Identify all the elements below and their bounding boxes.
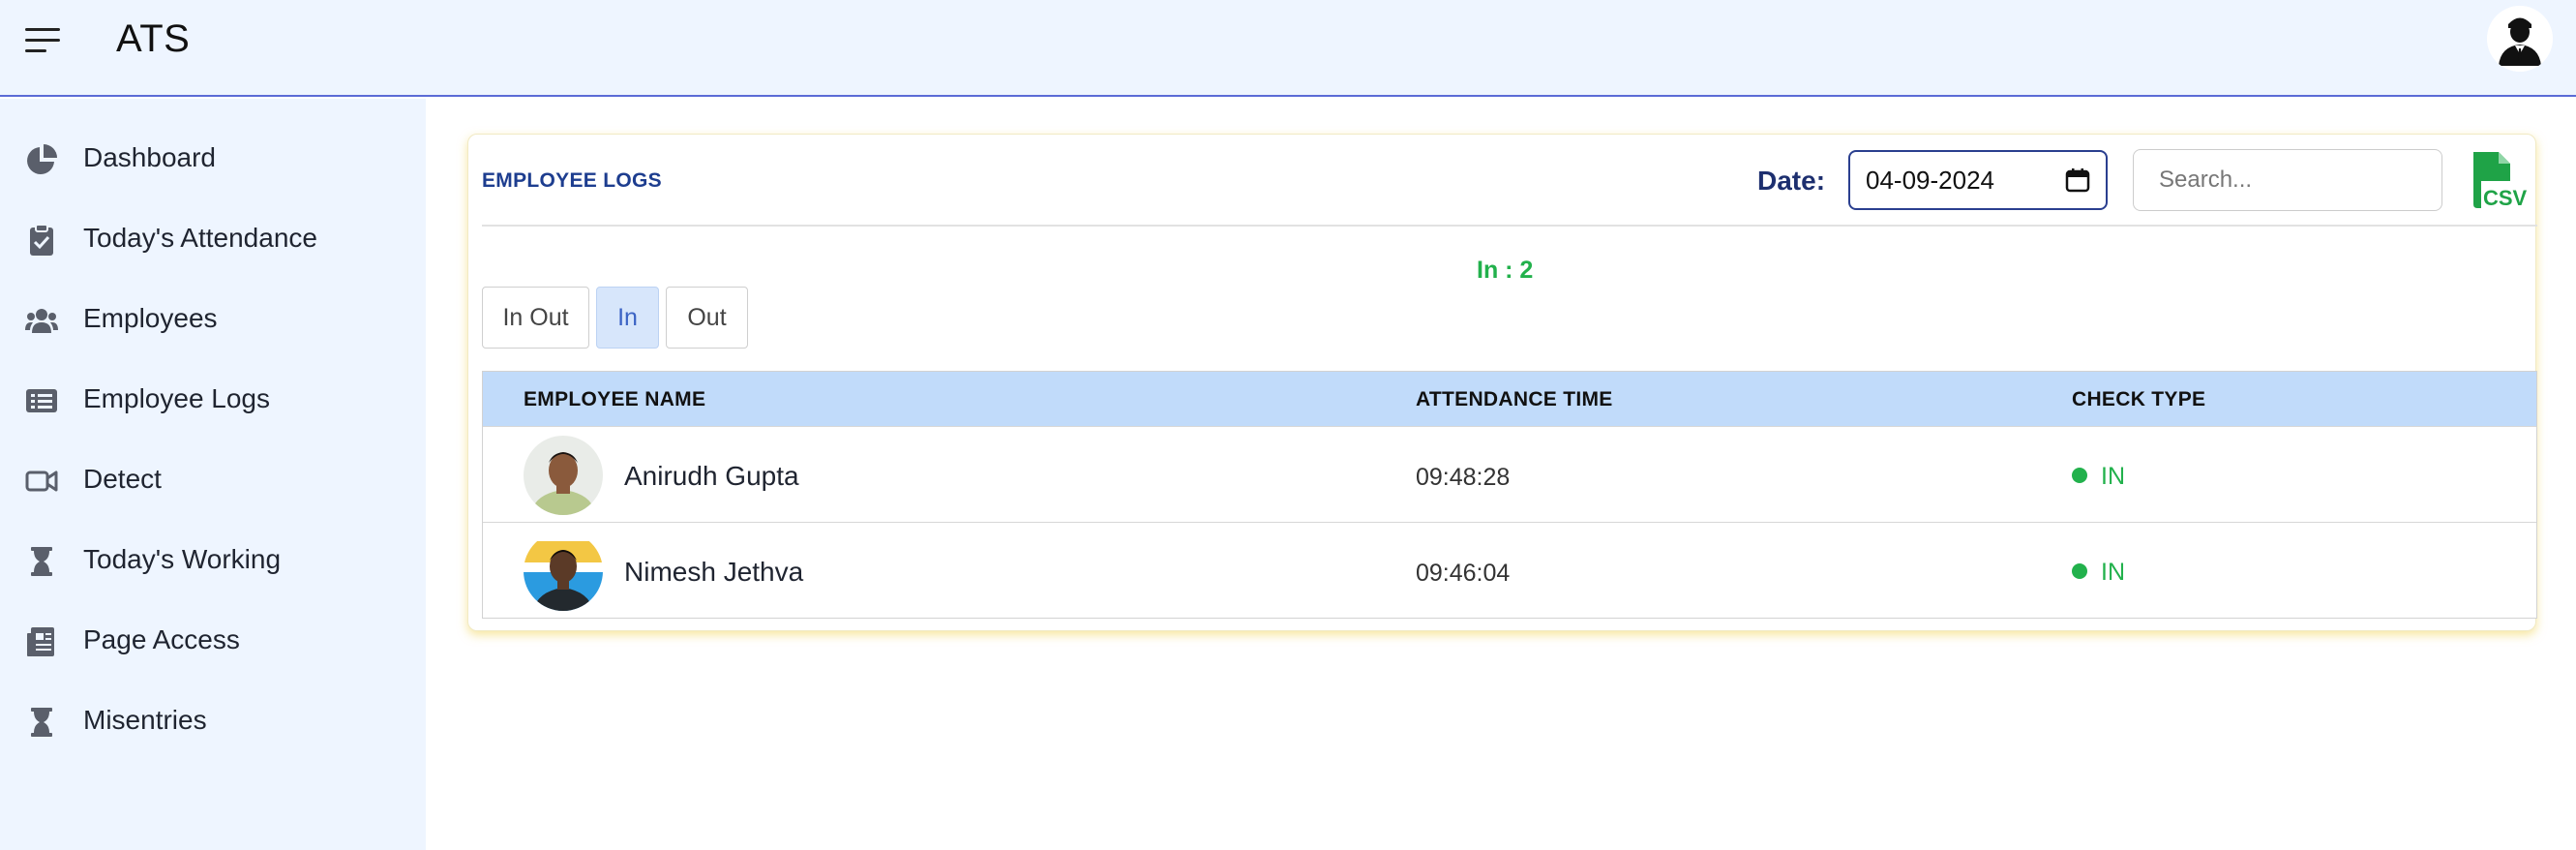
status-dot-icon [2072,468,2087,483]
sidebar-item-page-access[interactable]: Page Access [0,606,426,674]
sidebar-item-todays-attendance[interactable]: Today's Attendance [0,204,426,272]
check-type: IN [2101,559,2125,586]
date-label: Date: [1757,166,1826,196]
column-header-check-type[interactable]: CHECK TYPE [2072,388,2205,411]
employee-logs-card: EMPLOYEE LOGS Date: 04-09-2024 Search...… [467,134,2537,631]
attendance-time: 09:46:04 [1416,560,1511,587]
table-row[interactable]: Nimesh Jethva 09:46:04 IN [483,522,2536,618]
sidebar-item-label: Detect [83,464,162,494]
filter-in-out-button[interactable]: In Out [482,287,589,349]
user-avatar-icon[interactable] [2487,6,2553,72]
employee-logs-table: EMPLOYEE NAME ATTENDANCE TIME CHECK TYPE… [482,371,2537,619]
in-count: In : 2 [1477,257,1534,284]
employee-name: Anirudh Gupta [624,461,799,491]
search-input[interactable]: Search... [2133,149,2442,211]
sidebar-item-employees[interactable]: Employees [0,285,426,352]
date-input[interactable]: 04-09-2024 [1848,150,2108,210]
table-header: EMPLOYEE NAME ATTENDANCE TIME CHECK TYPE [483,372,2536,426]
employee-photo [524,436,603,515]
header-divider [482,225,2537,227]
search-placeholder: Search... [2159,167,2253,193]
employee-name: Nimesh Jethva [624,557,804,587]
hourglass-icon [31,547,52,576]
filter-out-button[interactable]: Out [666,287,748,349]
sidebar-item-detect[interactable]: Detect [0,445,426,513]
sidebar-item-label: Today's Attendance [83,223,317,253]
status-dot-icon [2072,563,2087,579]
sidebar-item-misentries[interactable]: Misentries [0,686,426,754]
app-title: ATS [116,17,191,60]
sidebar-item-label: Page Access [83,624,240,654]
calendar-icon[interactable] [2065,167,2090,193]
sidebar-item-dashboard[interactable]: Dashboard [0,124,426,192]
video-camera-icon [25,471,58,492]
list-icon [26,389,57,412]
check-type: IN [2101,463,2125,490]
sidebar-item-todays-working[interactable]: Today's Working [0,526,426,593]
sidebar-item-employee-logs[interactable]: Employee Logs [0,365,426,433]
hourglass-icon [31,708,52,737]
column-header-employee-name[interactable]: EMPLOYEE NAME [524,388,705,411]
sidebar: Dashboard Today's Attendance Employees E… [0,99,426,850]
card-title: EMPLOYEE LOGS [482,169,662,192]
filter-in-button[interactable]: In [596,287,659,349]
employee-photo [524,531,603,611]
column-header-attendance-time[interactable]: ATTENDANCE TIME [1416,388,1613,411]
sidebar-item-label: Today's Working [83,544,282,574]
sidebar-item-label: Employees [83,303,218,333]
csv-label: CSV [2483,186,2528,210]
pie-chart-icon [27,144,57,174]
date-value: 04-09-2024 [1866,165,1994,195]
sidebar-item-label: Misentries [83,705,207,735]
clipboard-check-icon [30,224,53,256]
csv-download-icon[interactable]: CSV [2468,152,2528,210]
sidebar-item-label: Dashboard [83,142,216,172]
attendance-time: 09:48:28 [1416,464,1511,491]
sidebar-item-label: Employee Logs [83,383,271,413]
hamburger-icon[interactable] [25,26,64,55]
document-icon [27,627,54,656]
table-row[interactable]: Anirudh Gupta 09:48:28 IN [483,426,2536,522]
users-icon [25,309,58,333]
top-bar: ATS [0,0,2576,97]
